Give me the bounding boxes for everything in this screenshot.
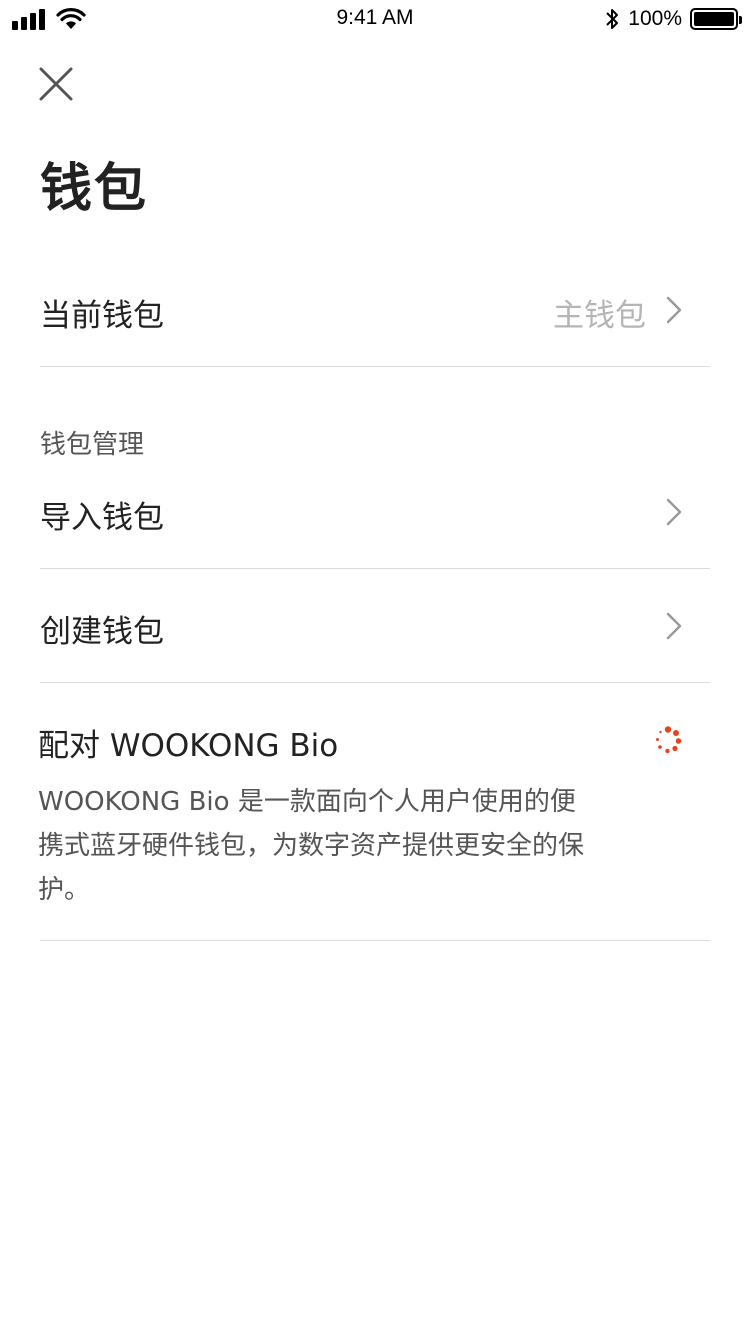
battery-percent: 100% <box>628 7 682 30</box>
create-wallet-label: 创建钱包 <box>40 614 164 650</box>
current-wallet-label: 当前钱包 <box>40 298 164 334</box>
wallet-management-title: 钱包管理 <box>40 430 145 460</box>
current-wallet-row[interactable]: 当前钱包 主钱包 <box>40 270 710 366</box>
close-button[interactable] <box>36 64 76 104</box>
import-wallet-label: 导入钱包 <box>40 500 164 536</box>
divider <box>40 682 710 683</box>
chevron-right-icon <box>666 612 682 640</box>
pair-device-title: 配对 WOOKONG Bio <box>38 728 339 764</box>
bluetooth-icon <box>606 9 619 29</box>
import-wallet-row[interactable]: 导入钱包 <box>40 472 710 568</box>
close-icon <box>39 67 73 101</box>
battery-fill <box>694 12 734 26</box>
battery-tip <box>739 16 742 24</box>
battery-icon <box>690 8 742 30</box>
divider <box>40 940 710 941</box>
pair-device-description: WOOKONG Bio 是一款面向个人用户使用的便携式蓝牙硬件钱包，为数字资产提… <box>38 787 585 905</box>
current-wallet-value: 主钱包 <box>553 298 646 334</box>
page-title: 钱包 <box>40 159 149 219</box>
wallet-screen: 9:41 AM 100% 钱包 当前钱包 主钱包 钱包管理 导入钱包 创建钱包 … <box>0 0 750 1334</box>
divider <box>40 568 710 569</box>
create-wallet-row[interactable]: 创建钱包 <box>40 586 710 682</box>
status-bar: 9:41 AM 100% <box>0 0 750 40</box>
status-right: 100% <box>604 7 742 31</box>
loading-spinner-icon <box>656 726 682 754</box>
chevron-right-icon <box>666 296 682 324</box>
divider <box>40 366 710 367</box>
chevron-right-icon <box>666 498 682 526</box>
